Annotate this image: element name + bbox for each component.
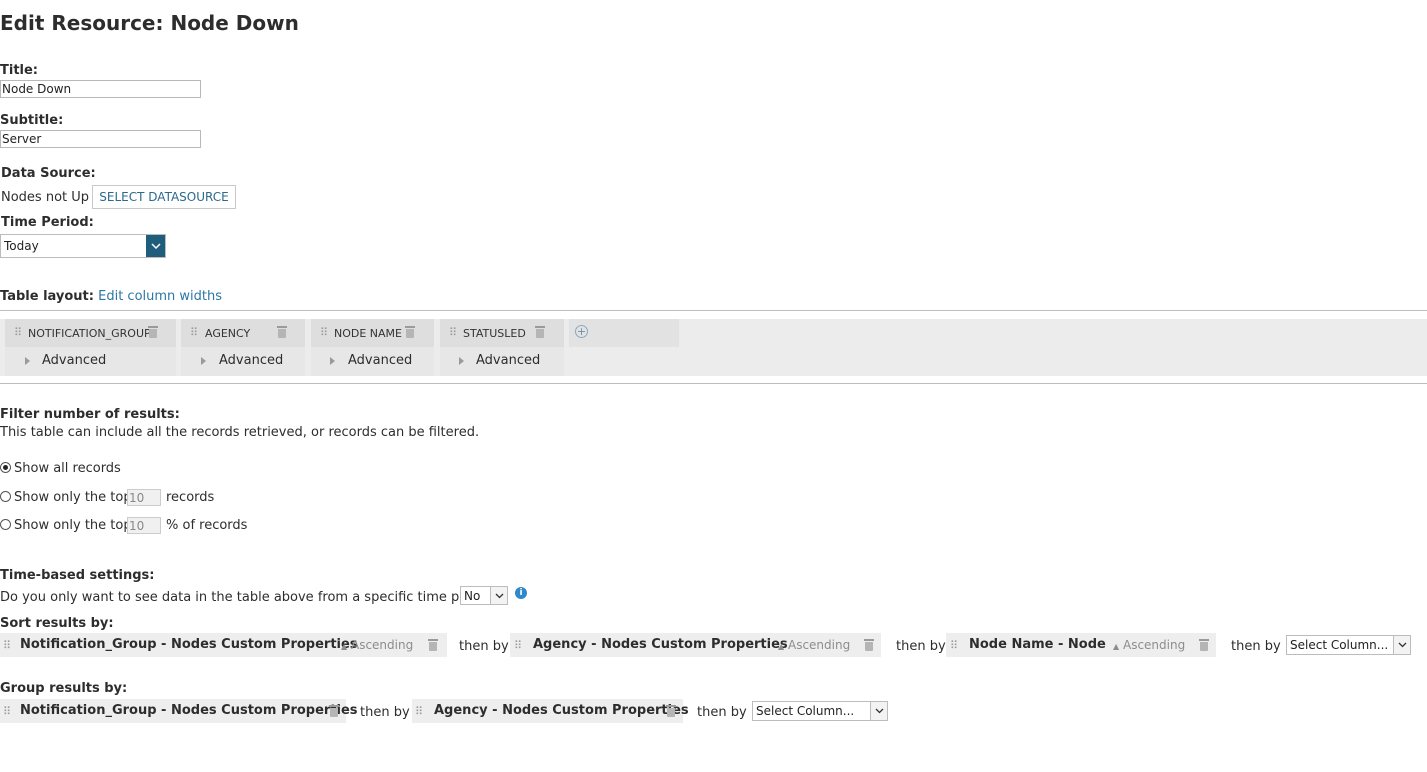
chevron-down-icon [146, 235, 165, 257]
drag-handle-icon[interactable]: ⠿ [415, 706, 423, 717]
then-by-label: then by [1231, 639, 1281, 654]
table-layout-header: Table layout: Edit column widths [0, 289, 222, 304]
then-by-label: then by [459, 639, 509, 654]
page-title: Edit Resource: Node Down [0, 11, 299, 35]
filter-heading: Filter number of results: [0, 407, 180, 422]
chevron-down-icon [870, 702, 887, 720]
sort-direction[interactable]: ▲ Ascending [778, 638, 850, 652]
column-name: NODE NAME [334, 327, 402, 340]
subtitle-label: Subtitle: [0, 113, 64, 128]
group-column-name: Agency - Nodes Custom Properties [434, 703, 689, 718]
drag-handle-icon[interactable]: ⠿ [3, 706, 11, 717]
info-icon[interactable]: i [515, 587, 527, 599]
select-datasource-button[interactable]: SELECT DATASOURCE [92, 185, 236, 209]
group-chip[interactable]: ⠿ Agency - Nodes Custom Properties [412, 699, 689, 723]
time-based-heading: Time-based settings: [0, 568, 155, 583]
group-chip[interactable]: ⠿ Notification_Group - Nodes Custom Prop… [0, 699, 358, 723]
then-by-label: then by [360, 705, 410, 720]
then-by-label: then by [896, 639, 946, 654]
group-select-value: Select Column... [756, 704, 855, 718]
title-input[interactable] [0, 80, 201, 98]
chevron-down-icon [1393, 636, 1410, 654]
data-source-value: Nodes not Up [1, 190, 90, 205]
drag-handle-icon[interactable]: ⠿ [14, 327, 22, 338]
group-column-name: Notification_Group - Nodes Custom Proper… [20, 703, 358, 718]
expand-arrow-icon[interactable] [459, 357, 464, 365]
group-heading: Group results by: [0, 681, 128, 696]
sort-ascending-icon: ▲ [341, 642, 348, 651]
trash-icon[interactable] [864, 639, 874, 651]
sort-chip[interactable]: ⠿ Notification_Group - Nodes Custom Prop… [0, 633, 447, 657]
drag-handle-icon[interactable]: ⠿ [320, 327, 328, 338]
trash-icon[interactable] [1199, 639, 1209, 651]
column-name: STATUSLED [463, 327, 526, 340]
sort-column-name: Notification_Group - Nodes Custom Proper… [20, 637, 358, 652]
drag-handle-icon[interactable]: ⠿ [950, 640, 958, 651]
sort-chip[interactable]: ⠿ Agency - Nodes Custom Properties ▲ Asc… [510, 633, 881, 657]
top-percent-suffix: % of records [166, 518, 248, 533]
sort-direction[interactable]: ▲ Ascending [341, 638, 413, 652]
filter-description: This table can include all the records r… [0, 425, 480, 440]
sort-ascending-icon: ▲ [778, 642, 785, 651]
table-layout-label: Table layout: [0, 289, 94, 304]
time-period-label: Time Period: [1, 215, 94, 230]
trash-icon[interactable] [535, 326, 545, 338]
time-based-select[interactable]: No [460, 586, 508, 605]
group-select-column[interactable]: Select Column... [752, 701, 888, 721]
then-by-label: then by [697, 705, 747, 720]
add-column-icon[interactable]: + [575, 325, 588, 338]
column-card[interactable]: ⠿ NODE NAME Advanced [311, 319, 434, 376]
subtitle-input[interactable] [0, 130, 201, 148]
column-name: AGENCY [205, 327, 251, 340]
sort-direction[interactable]: ▲ Ascending [1113, 638, 1185, 652]
trash-icon[interactable] [666, 705, 676, 717]
sort-select-column[interactable]: Select Column... [1286, 635, 1411, 655]
trash-icon[interactable] [148, 326, 158, 338]
top-n-suffix: records [166, 490, 215, 505]
top-n-input[interactable] [127, 489, 161, 506]
advanced-toggle[interactable]: Advanced [476, 353, 540, 368]
expand-arrow-icon[interactable] [201, 357, 206, 365]
sort-column-name: Agency - Nodes Custom Properties [533, 637, 788, 652]
advanced-toggle[interactable]: Advanced [348, 353, 412, 368]
radio-top-percent-label: Show only the top [14, 518, 132, 533]
drag-handle-icon[interactable]: ⠿ [3, 640, 11, 651]
expand-arrow-icon[interactable] [25, 357, 30, 365]
top-percent-input[interactable] [127, 517, 161, 534]
expand-arrow-icon[interactable] [330, 357, 335, 365]
divider [0, 310, 1427, 311]
sort-ascending-icon: ▲ [1113, 642, 1120, 651]
trash-icon[interactable] [277, 326, 287, 338]
trash-icon[interactable] [329, 705, 339, 717]
sort-select-value: Select Column... [1290, 638, 1389, 652]
drag-handle-icon[interactable]: ⠿ [449, 327, 457, 338]
sort-heading: Sort results by: [0, 616, 114, 631]
divider [0, 383, 1427, 384]
radio-show-all[interactable] [0, 462, 11, 473]
time-based-question: Do you only want to see data in the tabl… [0, 590, 500, 605]
time-period-value: Today [4, 239, 39, 253]
time-based-value: No [464, 589, 481, 603]
column-card[interactable]: ⠿ AGENCY Advanced [181, 319, 305, 376]
radio-top-percent[interactable] [0, 519, 11, 530]
column-card[interactable]: ⠿ NOTIFICATION_GROUP Advanced [5, 319, 176, 376]
drag-handle-icon[interactable]: ⠿ [514, 640, 522, 651]
advanced-toggle[interactable]: Advanced [219, 353, 283, 368]
drag-handle-icon[interactable]: ⠿ [190, 327, 198, 338]
time-period-select[interactable]: Today [0, 234, 166, 258]
data-source-label: Data Source: [1, 166, 96, 181]
chevron-down-icon [490, 587, 507, 604]
column-card[interactable]: ⠿ STATUSLED Advanced [440, 319, 564, 376]
radio-top-n-label: Show only the top [14, 490, 132, 505]
trash-icon[interactable] [405, 326, 415, 338]
trash-icon[interactable] [428, 639, 438, 651]
advanced-toggle[interactable]: Advanced [42, 353, 106, 368]
radio-show-all-label: Show all records [14, 461, 121, 476]
sort-chip[interactable]: ⠿ Node Name - Node ▲ Ascending [946, 633, 1216, 657]
title-label: Title: [0, 63, 39, 78]
radio-top-n[interactable] [0, 491, 11, 502]
edit-column-widths-link[interactable]: Edit column widths [98, 289, 222, 304]
column-name: NOTIFICATION_GROUP [28, 327, 151, 340]
sort-column-name: Node Name - Node [969, 637, 1106, 652]
